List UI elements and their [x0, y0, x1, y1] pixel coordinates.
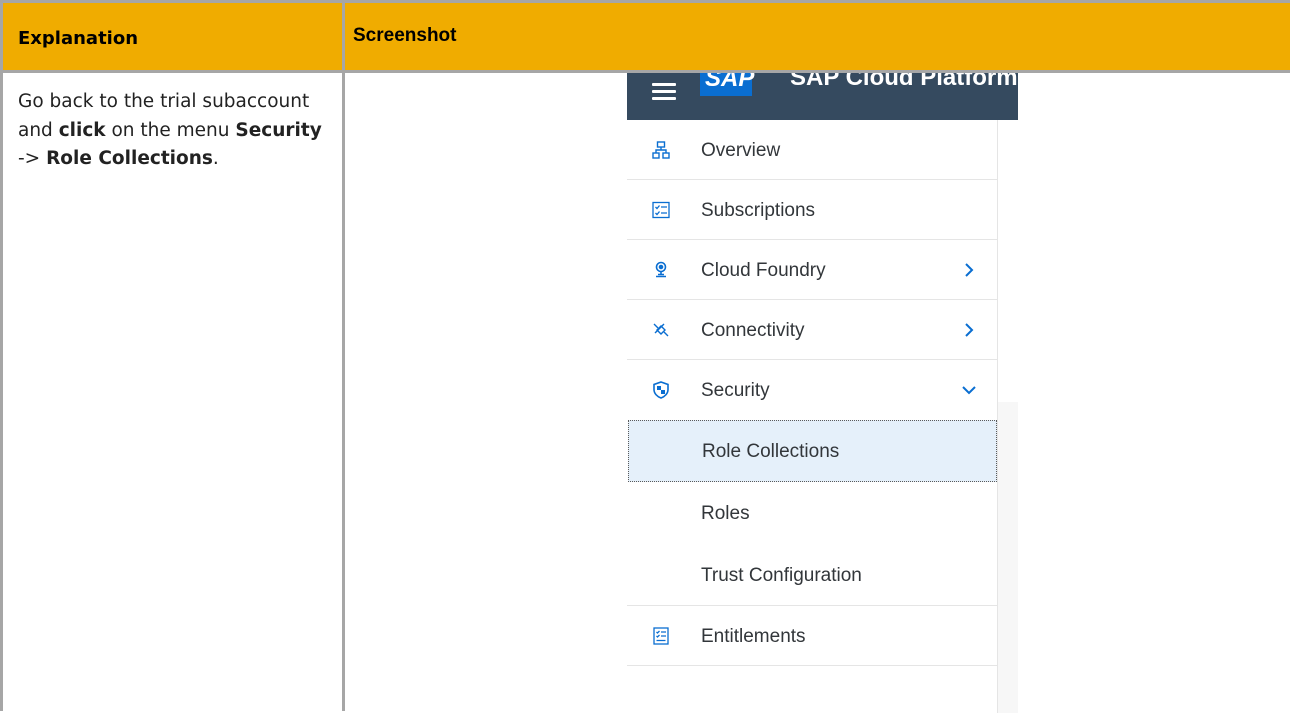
nav-subitem-trust-configuration[interactable]: Trust Configuration	[627, 544, 997, 606]
overview-icon	[652, 141, 670, 159]
nav-item-label: Subscriptions	[701, 200, 816, 221]
nav-subitem-label: Role Collections	[702, 441, 840, 462]
screenshot-header-cell: Screenshot	[345, 3, 1290, 73]
nav-item-entitlements[interactable]: Entitlements	[627, 606, 997, 666]
explanation-arrow: ->	[18, 148, 47, 169]
subscriptions-icon	[652, 201, 670, 219]
sap-screenshot: SAP SAP Cloud Platform Overview Subscrip…	[627, 73, 1018, 713]
side-navigation: Overview Subscriptions Cloud Foundry Con…	[627, 120, 997, 666]
nav-subitem-label: Trust Configuration	[701, 565, 862, 586]
explanation-security: Security	[235, 119, 322, 141]
nav-item-connectivity[interactable]: Connectivity	[627, 300, 997, 360]
explanation-role-collections: Role Collections	[46, 148, 213, 169]
explanation-end: .	[212, 148, 219, 169]
nav-item-label: Cloud Foundry	[701, 260, 826, 281]
explanation-text-2: on the menu	[105, 119, 236, 141]
entitlements-icon	[652, 627, 670, 645]
sap-logo-text: SAP	[705, 73, 755, 92]
explanation-text: Go back to the trial subaccount and clic…	[18, 88, 328, 174]
column-divider	[342, 3, 345, 711]
nav-subitem-role-collections[interactable]: Role Collections	[628, 420, 997, 482]
app-title: SAP Cloud Platform	[790, 73, 1018, 91]
nav-item-label: Connectivity	[701, 320, 805, 341]
chevron-right-icon[interactable]	[962, 319, 976, 341]
explanation-header: Explanation	[18, 28, 139, 49]
nav-subitem-roles[interactable]: Roles	[627, 482, 997, 544]
explanation-header-cell: Explanation	[3, 3, 342, 73]
screenshot-header: Screenshot	[353, 25, 457, 46]
explanation-click: click	[58, 119, 106, 141]
nav-border	[997, 120, 998, 713]
cloud-foundry-icon	[652, 261, 670, 279]
shield-icon	[652, 381, 670, 399]
nav-item-subscriptions[interactable]: Subscriptions	[627, 180, 997, 240]
nav-item-label: Security	[701, 380, 770, 401]
connectivity-icon	[652, 321, 670, 339]
hamburger-menu-icon[interactable]	[652, 83, 676, 100]
nav-item-cloud-foundry[interactable]: Cloud Foundry	[627, 240, 997, 300]
content-area	[998, 402, 1018, 713]
nav-item-security[interactable]: Security	[627, 360, 997, 420]
chevron-down-icon[interactable]	[962, 379, 976, 401]
nav-item-overview[interactable]: Overview	[627, 120, 997, 180]
nav-item-label: Overview	[701, 140, 781, 161]
shell-bar: SAP SAP Cloud Platform	[627, 73, 1018, 120]
nav-subitem-label: Roles	[701, 503, 750, 524]
content-top	[998, 120, 1018, 402]
nav-item-label: Entitlements	[701, 626, 806, 647]
chevron-right-icon[interactable]	[962, 259, 976, 281]
